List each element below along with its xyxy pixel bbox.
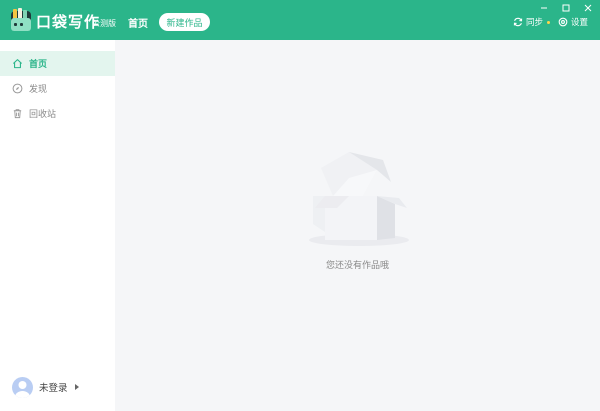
main-content: 您还没有作品哦 [115,40,600,411]
user-label: 未登录 [39,383,68,394]
new-work-button[interactable]: 新建作品 [159,13,210,31]
gear-icon [558,17,568,27]
close-button[interactable] [581,2,595,14]
avatar [12,376,33,398]
minimize-icon [541,7,547,9]
sidebar-item-trash[interactable]: 回收站 [0,101,115,126]
home-icon [12,59,23,69]
close-icon [584,4,592,12]
settings-label: 设置 [571,18,589,28]
sync-icon [513,17,523,27]
sidebar-item-label: 首页 [29,60,48,70]
title-bar: 口袋写作 公测版 首页 新建作品 同步 设置 [0,0,600,40]
caret-right-icon [74,384,79,390]
sidebar-item-label: 发现 [29,85,48,95]
compass-icon [12,83,23,94]
settings-button[interactable]: 设置 [558,16,588,28]
sidebar-item-home[interactable]: 首页 [0,51,115,76]
maximize-button[interactable] [559,2,573,14]
nav-home-link[interactable]: 首页 [128,15,148,30]
sidebar: 首页 发现 回收站 未登录 [0,40,115,411]
maximize-icon [562,4,570,12]
sync-label: 同步 [526,18,544,28]
sync-button[interactable]: 同步 [513,16,551,28]
edition-label: 公测版 [92,19,116,28]
sidebar-item-label: 回收站 [29,110,57,120]
empty-state-message: 您还没有作品哦 [325,261,389,271]
minimize-button[interactable] [537,2,551,14]
trash-icon [13,109,22,119]
user-login-button[interactable]: 未登录 [12,376,80,398]
user-icon [15,380,30,398]
empty-box-illustration [309,152,409,246]
app-logo-icon [11,8,31,31]
app-name: 口袋写作 [36,13,101,31]
sidebar-item-discover[interactable]: 发现 [0,76,115,101]
sync-status-dot [547,20,551,24]
